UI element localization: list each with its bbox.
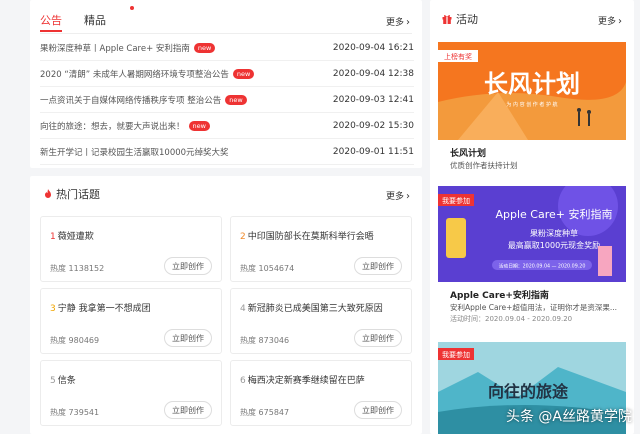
activity-time: 活动时间：2020.09.04 - 2020.09.20 [450, 315, 573, 323]
heat-label: 热度 [50, 336, 66, 345]
topic-rank: 1 [50, 232, 56, 242]
gift-icon [442, 15, 452, 24]
chevron-right-icon: › [406, 191, 410, 202]
fire-icon [45, 189, 51, 198]
topic-card[interactable]: 1 薇娅遭欺 热度 1138152 立即创作 [40, 216, 222, 282]
banner-reward: 最高赢取1000元现金奖励 [508, 240, 600, 250]
watermark: 头条 @A丝路黄学院 [505, 409, 632, 425]
new-badge: new [232, 68, 255, 79]
new-badge: new [193, 42, 216, 53]
notice-item[interactable]: 向往的旅途：想去，就要大声说出来！ new 2020-09-02 15:30 [40, 113, 414, 139]
notice-title: 2020 “清朗” 未成年人暑期网络环境专项整治公告 [40, 69, 229, 80]
topic-heat: 675847 [258, 408, 290, 417]
topic-card[interactable]: 3 宁静 我拿第一不想成团 热度 980469 立即创作 [40, 288, 222, 354]
hot-topics-panel: 热门话题 更多 › 1 薇娅遭欺 热度 1138152 立即创作 2 中印国防部长在莫… [30, 176, 422, 434]
topic-card[interactable]: 5 信条 热度 739541 立即创作 [40, 360, 222, 426]
activity-desc: 优质创作者扶持计划 [450, 161, 518, 170]
topic-heat: 739541 [68, 408, 100, 417]
banner-title: 长风计划 [484, 70, 580, 98]
activity-title: 活动 [456, 13, 478, 26]
heat-label: 热度 [50, 408, 66, 417]
topic-card[interactable]: 2 中印国防部长在莫斯科举行会晤 热度 1054674 立即创作 [230, 216, 412, 282]
create-button[interactable]: 立即创作 [164, 401, 212, 419]
banner-tag: 上榜有奖 [444, 52, 472, 61]
notice-tabs: 公告 精品 [40, 10, 106, 32]
notice-more-link[interactable]: 更多 › [386, 15, 410, 28]
banner-subtitle: 为 内 容 创 作 者 护 航 [506, 101, 557, 108]
topic-name: 宁静 我拿第一不想成团 [57, 304, 151, 314]
notice-title: 一点资讯关于自媒体网络传播秩序专项 整治公告 [40, 95, 222, 106]
topic-heat: 873046 [258, 336, 290, 345]
activity-name[interactable]: Apple Care+安利指南 [450, 288, 549, 301]
notice-title: 新生开学记丨记录校园生活赢取10000元绰奖大奖 [40, 147, 229, 158]
notice-title: 向往的旅途：想去，就要大声说出来！ [40, 121, 185, 132]
notice-item[interactable]: 一点资讯关于自媒体网络传播秩序专项 整治公告 new 2020-09-03 12:… [40, 87, 414, 113]
create-button[interactable]: 立即创作 [354, 257, 402, 275]
new-badge: new [188, 120, 210, 131]
banner-tag: 我要参加 [442, 350, 470, 359]
chevron-right-icon: › [406, 17, 410, 28]
topic-rank: 4 [240, 304, 246, 314]
notice-date: 2020-09-03 12:41 [332, 94, 414, 105]
create-button[interactable]: 立即创作 [164, 329, 212, 347]
banner-date: 活动日期：2020.09.04 — 2020.09.20 [499, 263, 586, 270]
activity-panel: 活动 更多 › 上榜有奖 长风计划 为 内 容 创 作 者 护 航 长风计划 优质… [430, 0, 634, 434]
topic-name: 薇娅遭欺 [57, 232, 94, 242]
topic-rank: 2 [240, 232, 246, 242]
activity-name[interactable]: 长风计划 [450, 146, 486, 159]
topic-name: 梅西决定新赛季继续留在巴萨 [247, 376, 365, 386]
chevron-right-icon: › [618, 16, 622, 27]
banner-tag: 我要参加 [442, 196, 470, 205]
topic-card[interactable]: 6 梅西决定新赛季继续留在巴萨 热度 675847 立即创作 [230, 360, 412, 426]
heat-label: 热度 [50, 264, 66, 273]
notice-item[interactable]: 新生开学记丨记录校园生活赢取10000元绰奖大奖 2020-09-01 11:5… [40, 139, 414, 165]
topic-rank: 5 [50, 376, 56, 386]
heat-label: 热度 [240, 408, 256, 417]
create-button[interactable]: 立即创作 [354, 329, 402, 347]
hot-topics-title: 热门话题 [56, 188, 100, 201]
tab-divider [40, 33, 412, 34]
notice-list: 果粉深度种草丨Apple Care+ 安利指南 new 2020-09-04 16… [40, 35, 414, 165]
topic-heat: 1138152 [68, 264, 105, 273]
banner-title: Apple Care+ 安利指南 [496, 207, 613, 221]
heat-label: 热度 [240, 336, 256, 345]
activity-more-link[interactable]: 更多 › [598, 14, 622, 27]
topic-name: 新冠肺炎已成美国第三大致死原因 [247, 304, 383, 314]
unread-dot [130, 6, 134, 10]
notice-title: 果粉深度种草丨Apple Care+ 安利指南 [40, 43, 190, 54]
banner-subtitle: 果粉深度种草 [530, 228, 578, 238]
hot-topics-header: 热门话题 [44, 186, 100, 202]
activity-header: 活动 [442, 11, 478, 27]
create-button[interactable]: 立即创作 [354, 401, 402, 419]
notice-item[interactable]: 果粉深度种草丨Apple Care+ 安利指南 new 2020-09-04 16… [40, 35, 414, 61]
create-button[interactable]: 立即创作 [164, 257, 212, 275]
topic-heat: 1054674 [258, 264, 295, 273]
notice-panel: 公告 精品 更多 › 果粉深度种草丨Apple Care+ 安利指南 new 202… [30, 0, 422, 168]
topic-name: 中印国防部长在莫斯科举行会晤 [247, 232, 374, 242]
tab-featured[interactable]: 精品 [84, 10, 106, 32]
topic-rank: 6 [240, 376, 246, 386]
banner-title: 向往的旅途 [488, 382, 569, 401]
activity-desc: 安利Apple Care+超值用法，证明你才是资深果... [450, 303, 618, 312]
applecare-banner[interactable]: 我要参加 Apple Care+ 安利指南 果粉深度种草 最高赢取1000元现金… [438, 186, 626, 282]
topic-heat: 980469 [68, 336, 100, 345]
topic-rank: 3 [50, 304, 56, 314]
topic-name: 信条 [57, 376, 76, 386]
heat-label: 热度 [240, 264, 256, 273]
changfeng-banner[interactable]: 上榜有奖 长风计划 为 内 容 创 作 者 护 航 [438, 42, 626, 140]
topics-more-link[interactable]: 更多 › [386, 189, 410, 202]
notice-date: 2020-09-02 15:30 [332, 120, 414, 131]
notice-item[interactable]: 2020 “清朗” 未成年人暑期网络环境专项整治公告 new 2020-09-04… [40, 61, 414, 87]
notice-date: 2020-09-04 12:38 [332, 68, 414, 79]
topic-card[interactable]: 4 新冠肺炎已成美国第三大致死原因 热度 873046 立即创作 [230, 288, 412, 354]
new-badge: new [225, 94, 247, 105]
notice-date: 2020-09-01 11:51 [332, 146, 414, 157]
notice-date: 2020-09-04 16:21 [332, 42, 414, 53]
tab-announcement[interactable]: 公告 [40, 10, 62, 32]
